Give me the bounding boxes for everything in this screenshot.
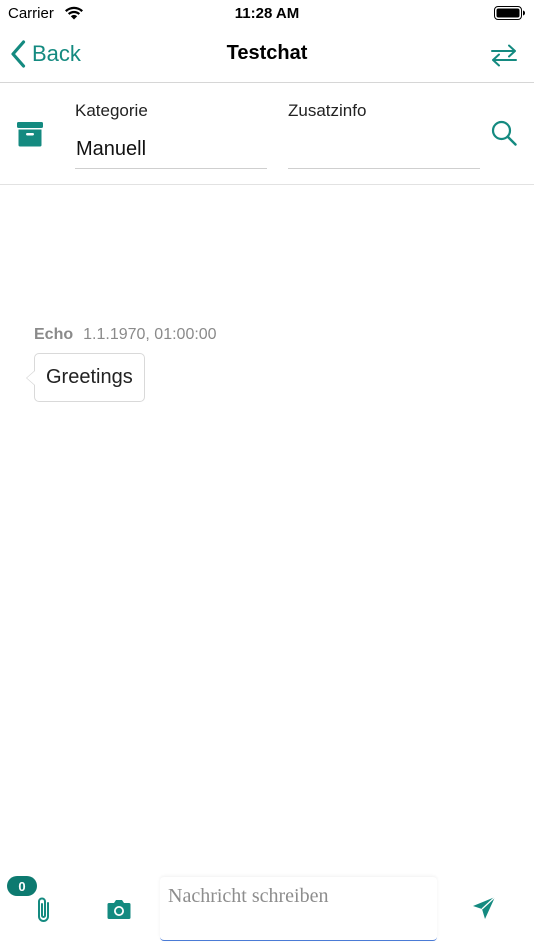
message-list[interactable]: Echo 1.1.1970, 01:00:00 Greetings [0,185,534,865]
archive-box-icon[interactable] [17,121,43,147]
camera-icon[interactable] [107,898,131,920]
extra-info-input[interactable] [288,131,480,169]
navigation-bar: Back Testchat [0,28,534,83]
swap-arrows-icon[interactable] [488,42,520,68]
battery-icon [494,6,525,20]
category-label: Kategorie [75,101,148,120]
extra-info-label: Zusatzinfo [288,101,367,120]
send-icon[interactable] [472,896,496,920]
message-meta: Echo 1.1.1970, 01:00:00 [34,326,217,344]
message-timestamp: 1.1.1970, 01:00:00 [83,326,217,343]
paperclip-icon[interactable] [33,895,55,925]
message-sender: Echo [34,326,74,343]
extra-info-field: Zusatzinfo [288,101,480,169]
message-input[interactable] [160,877,437,941]
chevron-left-icon [11,40,26,68]
back-label: Back [32,41,81,66]
bubble-tail [26,370,35,386]
category-field: Kategorie [75,101,267,169]
search-icon[interactable] [491,120,517,146]
attachment-count-badge: 0 [7,876,37,896]
status-time: 11:28 AM [234,5,300,22]
message-composer: 0 [0,865,534,950]
status-bar: Carrier 11:28 AM [0,0,534,28]
category-input[interactable] [75,131,267,169]
message-text: Greetings [46,366,133,388]
back-button[interactable]: Back [10,38,81,70]
filter-header: Kategorie Zusatzinfo [0,83,534,185]
message-bubble[interactable]: Greetings [26,353,145,402]
